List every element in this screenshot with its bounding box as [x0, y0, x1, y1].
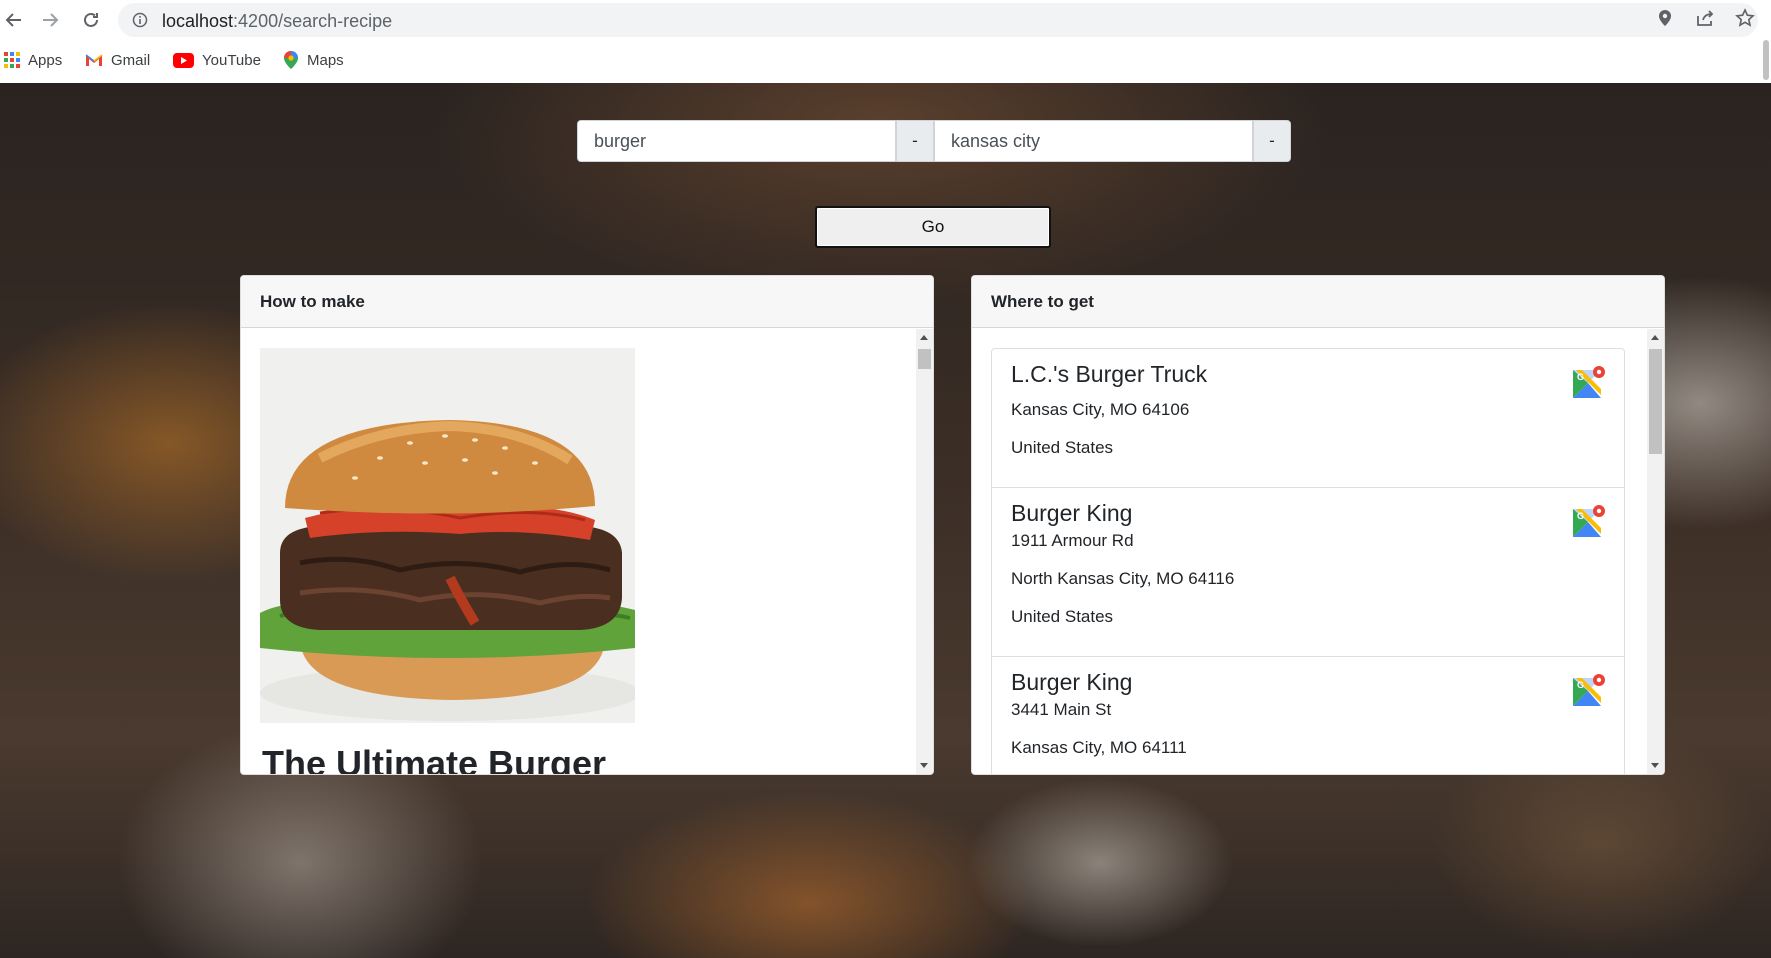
food-search-input[interactable]: burger	[577, 120, 896, 162]
bookmark-maps[interactable]: Maps	[283, 49, 344, 71]
bookmark-gmail-label: Gmail	[111, 51, 151, 69]
place-item: L.C.'s Burger Truck Kansas City, MO 6410…	[992, 349, 1624, 488]
recipe-title: The Ultimate Burger	[262, 743, 607, 774]
place-address-line: North Kansas City, MO 64116	[1011, 569, 1235, 588]
places-card: Where to get L.C.'s Burger Truck Kansas …	[971, 275, 1665, 775]
place-name: Burger King	[1011, 500, 1133, 526]
scroll-down-arrow-icon[interactable]	[1651, 763, 1659, 768]
google-maps-icon[interactable]: G	[1572, 365, 1606, 399]
place-address-line: Kansas City, MO 64111	[1011, 738, 1187, 757]
gmail-icon	[85, 54, 103, 66]
youtube-icon	[173, 52, 194, 68]
url-text[interactable]: localhost:4200/search-recipe	[162, 11, 392, 32]
browser-chrome: localhost:4200/search-recipe Apps Gmail …	[0, 0, 1771, 83]
reload-button[interactable]	[77, 6, 105, 34]
url-host: localhost	[162, 11, 234, 31]
maps-icon	[284, 51, 298, 69]
bookmark-gmail[interactable]: Gmail	[85, 49, 150, 71]
scroll-up-arrow-icon[interactable]	[920, 335, 928, 340]
back-button[interactable]	[0, 6, 28, 34]
recipe-scrollbar-thumb[interactable]	[918, 349, 931, 369]
bookmark-apps[interactable]: Apps	[4, 49, 62, 71]
url-path: :4200/search-recipe	[233, 11, 393, 31]
location-clear-button[interactable]: -	[1253, 120, 1291, 162]
bookmark-maps-label: Maps	[307, 51, 344, 69]
scroll-down-arrow-icon[interactable]	[920, 763, 928, 768]
share-icon[interactable]	[1694, 8, 1716, 28]
recipe-card-header: How to make	[241, 276, 933, 328]
place-name: Burger King	[1011, 669, 1133, 695]
place-item: Burger King 1911 Armour Rd North Kansas …	[992, 488, 1624, 657]
google-maps-icon[interactable]: G	[1572, 504, 1606, 538]
places-scrollbar-thumb[interactable]	[1649, 349, 1662, 454]
forward-button[interactable]	[36, 6, 64, 34]
place-list: L.C.'s Burger Truck Kansas City, MO 6410…	[991, 348, 1625, 774]
page-background: burger - kansas city - Go How to make Th…	[0, 83, 1771, 958]
scroll-up-arrow-icon[interactable]	[1651, 335, 1659, 340]
location-pin-icon[interactable]	[1654, 8, 1676, 28]
google-maps-icon[interactable]: G	[1572, 673, 1606, 707]
bookmark-youtube-label: YouTube	[202, 51, 261, 69]
recipe-card: How to make The Ultimate Burger	[240, 275, 934, 775]
places-scrollbar[interactable]	[1647, 329, 1664, 774]
address-bar[interactable]: localhost:4200/search-recipe	[118, 3, 1758, 37]
place-address-line: Kansas City, MO 64106	[1011, 400, 1190, 419]
place-item: Burger King 3441 Main St Kansas City, MO…	[992, 657, 1624, 774]
forward-arrow-icon	[43, 13, 59, 27]
search-input-group: burger - kansas city -	[577, 120, 1291, 162]
go-button[interactable]: Go	[815, 206, 1051, 248]
place-address-line: United States	[1011, 607, 1114, 626]
reload-icon	[84, 12, 98, 27]
page-scrollbar-thumb[interactable]	[1763, 40, 1769, 80]
burger-illustration	[260, 348, 635, 723]
place-name: L.C.'s Burger Truck	[1011, 361, 1208, 387]
site-info-icon[interactable]	[132, 12, 148, 28]
burger-image	[260, 348, 635, 723]
svg-text:G: G	[1577, 511, 1584, 521]
location-search-input[interactable]: kansas city	[934, 120, 1253, 162]
places-card-body: L.C.'s Burger Truck Kansas City, MO 6410…	[972, 329, 1664, 774]
bookmark-star-icon[interactable]	[1734, 8, 1756, 28]
bookmark-youtube[interactable]: YouTube	[173, 49, 261, 71]
places-card-header: Where to get	[972, 276, 1664, 328]
recipe-card-body: The Ultimate Burger	[241, 329, 933, 774]
recipe-scrollbar[interactable]	[916, 329, 933, 774]
svg-text:G: G	[1577, 372, 1584, 382]
back-arrow-icon	[5, 13, 21, 27]
bookmarks-bar: Apps Gmail YouTube Maps	[0, 47, 1771, 75]
apps-grid-icon	[4, 52, 20, 68]
food-clear-button[interactable]: -	[896, 120, 934, 162]
bookmark-apps-label: Apps	[28, 51, 63, 69]
place-address-line: United States	[1011, 438, 1114, 457]
place-address-line: 1911 Armour Rd	[1011, 531, 1134, 550]
place-address-line: 3441 Main St	[1011, 700, 1112, 719]
svg-text:G: G	[1577, 680, 1584, 690]
